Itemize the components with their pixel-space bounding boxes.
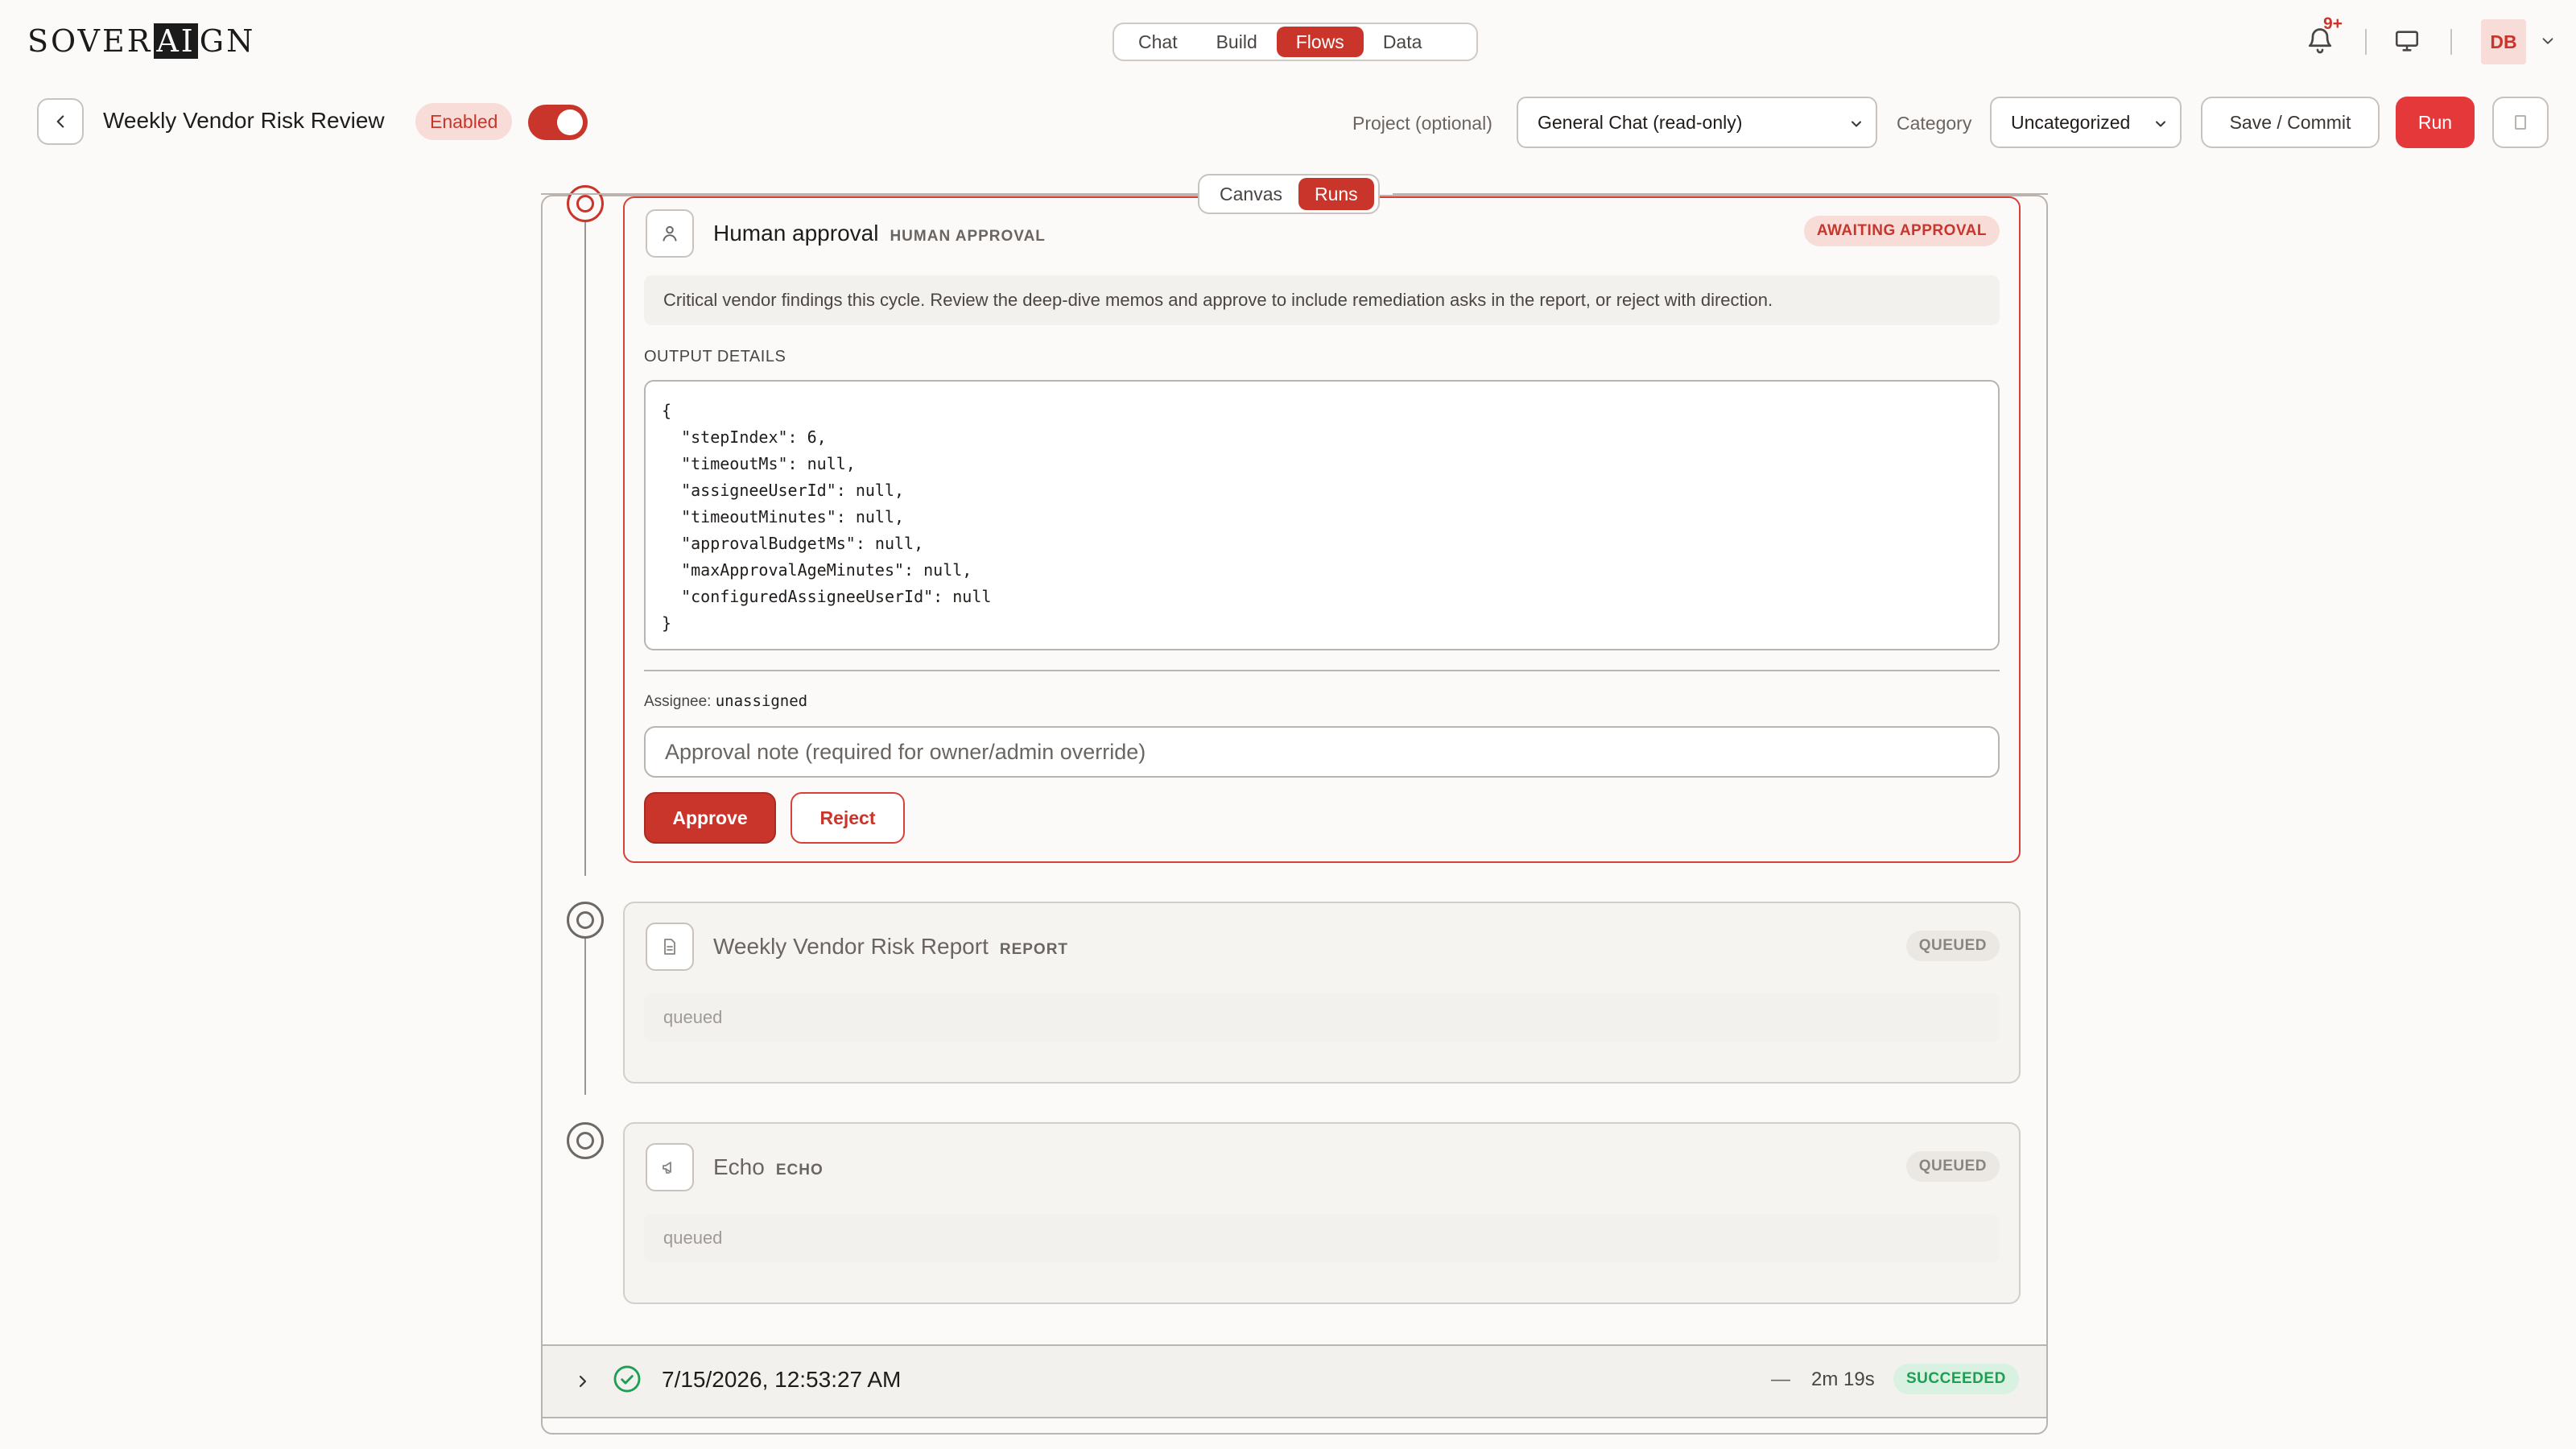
user-icon xyxy=(646,209,694,258)
timeline-connector xyxy=(584,211,586,876)
timeline-connector xyxy=(584,937,586,1095)
megaphone-icon xyxy=(646,1143,694,1191)
output-json: { "stepIndex": 6, "timeoutMs": null, "as… xyxy=(644,380,2000,650)
panel-border xyxy=(1393,193,2048,195)
nav-tab-chat[interactable]: Chat xyxy=(1119,27,1197,57)
view-tab-runs[interactable]: Runs xyxy=(1298,178,1374,210)
header-divider xyxy=(2450,29,2452,55)
chevron-down-icon xyxy=(1852,121,1861,127)
step-title-line: Human approval HUMAN APPROVAL xyxy=(713,221,1046,246)
nav-tab-build[interactable]: Build xyxy=(1197,27,1277,57)
reject-button[interactable]: Reject xyxy=(791,792,905,844)
step-description: queued xyxy=(644,1214,2000,1262)
logo-text-highlight: AI xyxy=(154,23,198,59)
view-tab-canvas[interactable]: Canvas xyxy=(1203,178,1298,210)
view-toggle: Canvas Runs xyxy=(1198,174,1380,214)
project-label: Project (optional) xyxy=(1352,113,1492,134)
run-separator: — xyxy=(1771,1368,1790,1390)
step-kind: HUMAN APPROVAL xyxy=(890,228,1046,245)
status-badge: QUEUED xyxy=(1905,1151,2000,1182)
approval-note-input[interactable] xyxy=(644,726,2000,778)
check-circle-icon xyxy=(613,1365,641,1393)
status-badge: QUEUED xyxy=(1905,931,2000,961)
app-logo[interactable]: SOVER AI GN xyxy=(27,21,255,61)
monitor-icon[interactable] xyxy=(2392,27,2421,55)
step-title: Human approval xyxy=(713,221,879,246)
timeline-node-inner xyxy=(576,1132,594,1150)
step-title-line: Echo ECHO xyxy=(713,1154,824,1180)
logo-text-end: GN xyxy=(199,23,256,59)
back-button[interactable] xyxy=(37,98,84,145)
chevron-right-icon[interactable] xyxy=(573,1372,592,1391)
header-divider xyxy=(2365,29,2367,55)
output-details-label: OUTPUT DETAILS xyxy=(644,348,786,365)
user-avatar[interactable]: DB xyxy=(2481,19,2526,64)
step-title-line: Weekly Vendor Risk Report REPORT xyxy=(713,934,1068,960)
logo-text-start: SOVER xyxy=(27,23,153,59)
document-icon xyxy=(646,923,694,971)
step-kind: ECHO xyxy=(775,1162,824,1179)
flow-enabled-toggle[interactable] xyxy=(528,105,588,140)
category-select[interactable]: Uncategorized xyxy=(1990,97,2182,148)
step-title: Echo xyxy=(713,1154,765,1179)
run-divider xyxy=(541,1417,2048,1418)
chevron-down-icon[interactable] xyxy=(2539,32,2557,50)
assignee-line: Assignee: unassigned xyxy=(644,692,807,711)
timeline-node xyxy=(567,902,604,939)
timeline-node-inner xyxy=(576,195,594,213)
toggle-knob xyxy=(557,109,583,135)
square-icon xyxy=(2515,115,2526,130)
flow-title: Weekly Vendor Risk Review xyxy=(103,108,385,133)
save-commit-button[interactable]: Save / Commit xyxy=(2201,97,2380,148)
nav-tab-data[interactable]: Data xyxy=(1364,27,1442,57)
more-actions-button[interactable] xyxy=(2492,97,2549,148)
run-timestamp: 7/15/2026, 12:53:27 AM xyxy=(662,1367,902,1392)
main-nav: Chat Build Flows Data xyxy=(1113,23,1478,61)
step-card-human-approval: Human approval HUMAN APPROVAL AWAITING AP… xyxy=(623,196,2021,863)
panel-border xyxy=(541,193,1198,195)
step-title: Weekly Vendor Risk Report xyxy=(713,934,989,959)
timeline-node xyxy=(567,1122,604,1159)
timeline-node-active xyxy=(567,185,604,222)
step-card-report: Weekly Vendor Risk Report REPORT QUEUED q… xyxy=(623,902,2021,1084)
project-select[interactable]: General Chat (read-only) xyxy=(1517,97,1877,148)
approve-button[interactable]: Approve xyxy=(644,792,776,844)
flow-status-badge: Enabled xyxy=(415,103,513,140)
timeline-node-inner xyxy=(576,911,594,929)
category-label: Category xyxy=(1897,113,1972,134)
chevron-down-icon xyxy=(2156,121,2165,127)
notification-badge: 9+ xyxy=(2323,14,2343,33)
run-duration: 2m 19s xyxy=(1811,1368,1875,1390)
step-description: queued xyxy=(644,993,2000,1042)
category-select-value: Uncategorized xyxy=(2011,111,2131,133)
divider xyxy=(644,670,2000,671)
status-badge: AWAITING APPROVAL xyxy=(1803,216,2000,246)
step-kind: REPORT xyxy=(999,941,1069,958)
nav-tab-flows[interactable]: Flows xyxy=(1276,27,1364,57)
project-select-value: General Chat (read-only) xyxy=(1538,111,1743,133)
step-card-echo: Echo ECHO QUEUED queued xyxy=(623,1122,2021,1304)
assignee-value: unassigned xyxy=(715,692,808,710)
status-badge: SUCCEEDED xyxy=(1893,1364,2019,1394)
run-button[interactable]: Run xyxy=(2396,97,2475,148)
chevron-left-icon xyxy=(56,115,64,128)
assignee-label: Assignee: xyxy=(644,693,712,710)
step-description: Critical vendor findings this cycle. Rev… xyxy=(644,275,2000,325)
